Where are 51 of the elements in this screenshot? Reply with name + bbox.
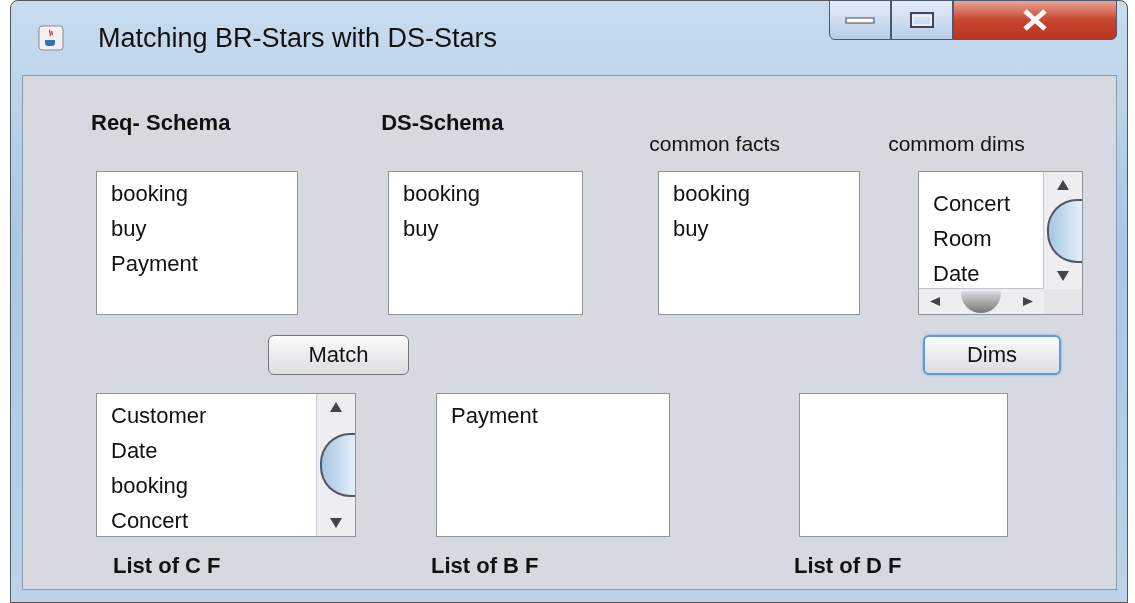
list-box[interactable]: booking buy Payment <box>96 171 298 315</box>
list-box[interactable]: Customer Date booking Concert <box>96 393 356 537</box>
list-heading: Req- Schema <box>91 110 232 137</box>
down-arrow-icon[interactable] <box>330 518 342 528</box>
up-arrow-icon[interactable] <box>1057 180 1069 190</box>
vertical-scrollbar[interactable] <box>1043 172 1082 289</box>
list-heading: DS-Schema <box>381 110 505 137</box>
list-item[interactable]: booking <box>403 176 481 211</box>
action-button[interactable]: Match <box>268 335 409 375</box>
list-caption: List of D F <box>794 553 903 579</box>
vertical-scrollbar[interactable] <box>316 394 355 536</box>
list-box[interactable]: Payment <box>436 393 670 537</box>
list-item[interactable]: Concert <box>933 186 1011 221</box>
right-arrow-icon[interactable] <box>1023 297 1034 306</box>
horizontal-scrollbar[interactable] <box>919 288 1044 314</box>
window-title: Matching BR-Stars with DS-Stars <box>98 22 498 54</box>
maximize-icon <box>909 11 935 29</box>
list-heading: common facts <box>649 132 781 157</box>
list-item[interactable]: Payment <box>451 398 538 433</box>
list-caption: List of B F <box>431 553 540 579</box>
list-box[interactable]: booking buy <box>658 171 860 315</box>
close-button[interactable] <box>953 0 1117 40</box>
scrollbar-corner <box>1044 289 1082 314</box>
list-item[interactable]: buy <box>403 211 439 246</box>
scroll-thumb[interactable] <box>1047 198 1082 263</box>
scroll-thumb[interactable] <box>961 290 1002 313</box>
list-item[interactable]: Room <box>933 221 992 256</box>
list-item[interactable]: Date <box>111 433 158 468</box>
list-box[interactable] <box>799 393 1008 537</box>
up-arrow-icon[interactable] <box>330 402 342 412</box>
cup-icon <box>38 25 64 51</box>
list-item[interactable]: buy <box>111 211 147 246</box>
list-item[interactable]: booking <box>111 176 189 211</box>
list-box[interactable]: booking buy <box>388 171 583 315</box>
down-arrow-icon[interactable] <box>1057 271 1069 281</box>
list-item[interactable]: buy <box>673 211 709 246</box>
list-item[interactable]: booking <box>111 468 189 503</box>
maximize-button[interactable] <box>891 0 953 40</box>
list-item[interactable]: Date <box>933 256 980 291</box>
list-item[interactable]: booking <box>673 176 751 211</box>
list-box[interactable]: Concert Room Date <box>918 171 1083 315</box>
scroll-thumb[interactable] <box>320 433 355 497</box>
minimize-icon <box>845 15 875 25</box>
minimize-button[interactable] <box>829 0 891 40</box>
list-heading: commom dims <box>888 132 1026 157</box>
left-arrow-icon[interactable] <box>929 297 940 306</box>
list-caption: List of C F <box>113 553 222 579</box>
list-item[interactable]: Concert <box>111 503 189 536</box>
list-item[interactable]: Customer <box>111 398 207 433</box>
action-button[interactable]: Dims <box>923 335 1061 375</box>
list-item[interactable]: Payment <box>111 246 198 281</box>
